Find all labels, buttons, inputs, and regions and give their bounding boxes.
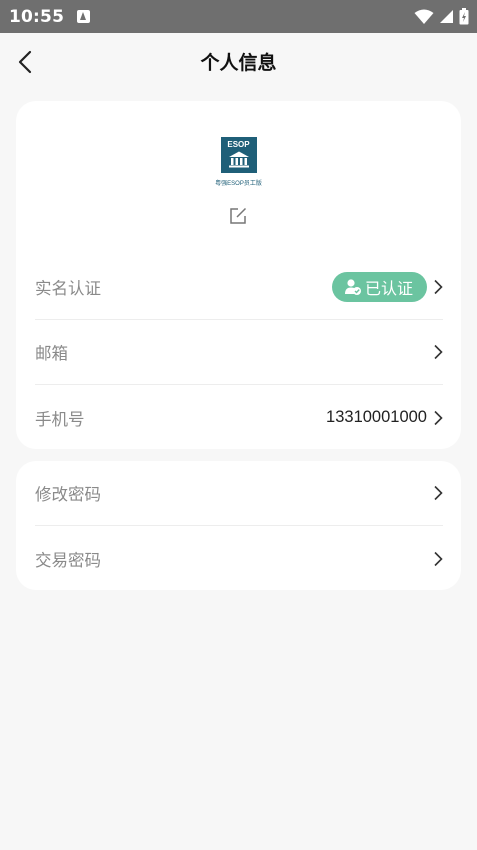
- row-right: [427, 483, 443, 503]
- row-label: 实名认证: [35, 279, 101, 298]
- row-email[interactable]: 邮箱: [35, 320, 443, 385]
- battery-icon: [459, 8, 469, 25]
- bank-icon: [228, 151, 249, 168]
- verified-badge: 已认证: [332, 272, 427, 302]
- status-icons: [414, 8, 469, 25]
- user-verified-icon: [345, 279, 361, 295]
- security-card: 修改密码 交易密码: [16, 461, 461, 590]
- chevron-right-icon: [429, 549, 443, 569]
- logo-caption: 粤强ESOP员工版: [215, 181, 262, 187]
- chevron-right-icon: [429, 408, 443, 428]
- back-button[interactable]: [10, 47, 40, 77]
- verified-badge-text: 已认证: [365, 279, 414, 298]
- logo-text: ESOP: [227, 140, 250, 149]
- row-label: 交易密码: [35, 550, 101, 570]
- app-logo: ESOP 粤强ESOP员工版: [16, 137, 461, 187]
- page-title: 个人信息: [200, 51, 277, 74]
- row-right: [427, 342, 443, 362]
- wifi-icon: [414, 9, 434, 24]
- status-bar: 10:55: [0, 0, 477, 33]
- row-change-password[interactable]: 修改密码: [35, 461, 443, 526]
- row-phone[interactable]: 手机号 13310001000: [35, 385, 443, 450]
- notification-icon: [77, 10, 91, 23]
- chevron-right-icon: [429, 342, 443, 362]
- row-label: 修改密码: [35, 485, 101, 504]
- profile-card: ESOP 粤强ESOP员工版 实名认证 已认证 邮箱 手机号 133100010…: [16, 101, 461, 449]
- phone-value: 13310001000: [326, 408, 427, 426]
- row-right: 已认证: [332, 272, 443, 302]
- row-right: [427, 549, 443, 569]
- row-label: 手机号: [35, 409, 85, 429]
- status-time: 10:55: [9, 6, 65, 27]
- back-arrow-icon: [18, 50, 32, 74]
- row-right: 13310001000: [326, 408, 443, 428]
- nav-bar: 个人信息: [0, 33, 477, 89]
- row-trade-password[interactable]: 交易密码: [35, 526, 443, 591]
- signal-icon: [440, 10, 453, 23]
- logo-mark: ESOP: [220, 137, 257, 173]
- chevron-right-icon: [429, 483, 443, 503]
- edit-icon[interactable]: [229, 207, 247, 225]
- row-real-name-verification[interactable]: 实名认证 已认证: [35, 255, 443, 320]
- row-label: 邮箱: [35, 344, 68, 363]
- chevron-right-icon: [429, 277, 443, 297]
